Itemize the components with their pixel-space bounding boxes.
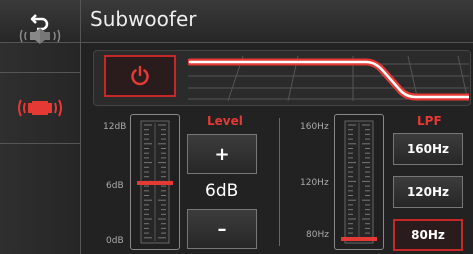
lpf-title: LPF — [417, 114, 442, 128]
level-slider-thumb[interactable] — [137, 181, 173, 185]
power-button[interactable] — [104, 55, 176, 97]
level-slider-track — [137, 120, 173, 244]
level-decrease-button[interactable]: – — [187, 209, 257, 249]
lpf-option-80hz[interactable]: 80Hz — [393, 219, 463, 251]
power-icon — [131, 65, 149, 86]
sidebar-item-speakers[interactable] — [0, 0, 80, 73]
lpf-scale-mid: 120Hz — [300, 178, 329, 188]
lpf-option-120hz[interactable]: 120Hz — [393, 176, 463, 208]
level-title: Level — [207, 114, 243, 128]
level-scale-mid: 6dB — [106, 181, 124, 191]
lpf-slider-track — [341, 120, 377, 244]
level-scale-min: 0dB — [106, 236, 124, 246]
level-increase-button[interactable]: + — [187, 134, 257, 174]
lpf-scale-min: 80Hz — [306, 230, 329, 240]
lpf-option-160hz[interactable]: 160Hz — [393, 133, 463, 165]
filter-curve-graph — [188, 55, 469, 101]
level-scale-max: 12dB — [103, 122, 127, 132]
speakers-icon — [19, 28, 61, 44]
subwoofer-icon — [18, 99, 62, 117]
page-title: Subwoofer — [90, 7, 197, 31]
level-slider[interactable] — [130, 114, 180, 250]
lpf-slider[interactable] — [334, 114, 384, 250]
level-value: 6dB — [205, 181, 239, 201]
lpf-slider-thumb[interactable] — [341, 237, 377, 241]
lpf-scale-max: 160Hz — [300, 122, 329, 132]
section-divider — [279, 118, 280, 246]
sidebar-item-subwoofer[interactable] — [0, 73, 80, 144]
